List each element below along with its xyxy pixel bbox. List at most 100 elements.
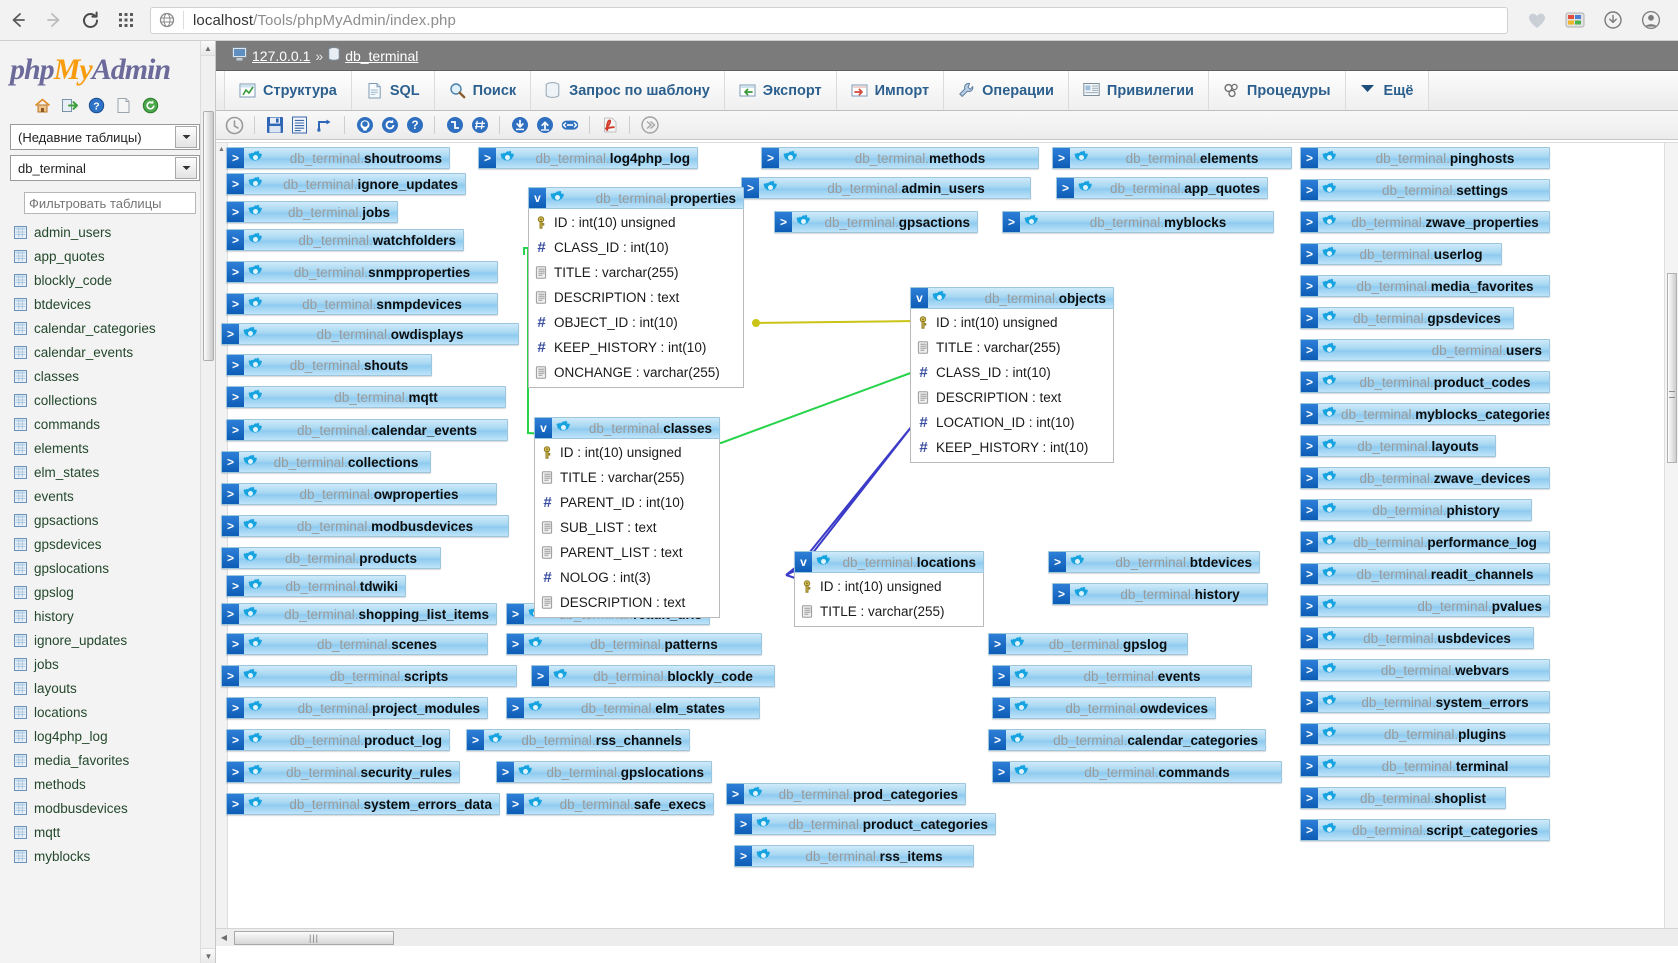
table-node-header[interactable]: >db_terminal.history bbox=[1052, 583, 1268, 605]
table-node[interactable]: >db_terminal.userlog bbox=[1300, 243, 1502, 265]
table-node-header[interactable]: >db_terminal.methods bbox=[761, 147, 1039, 169]
gear-icon[interactable] bbox=[248, 732, 264, 748]
sidebar-table-item[interactable]: log4php_log bbox=[14, 724, 215, 748]
table-node[interactable]: >db_terminal.calendar_events bbox=[226, 419, 508, 441]
table-node[interactable]: >db_terminal.ignore_updates bbox=[226, 173, 466, 195]
expand-toggle-icon[interactable]: > bbox=[762, 148, 779, 168]
table-node-header[interactable]: >db_terminal.webvars bbox=[1300, 659, 1550, 681]
table-node-header[interactable]: >db_terminal.modbusdevices bbox=[221, 515, 509, 537]
table-node-header[interactable]: >db_terminal.product_log bbox=[226, 729, 450, 751]
table-node-header[interactable]: >db_terminal.myblocks bbox=[1002, 211, 1274, 233]
table-node[interactable]: >db_terminal.product_codes bbox=[1300, 371, 1550, 393]
sidebar-table-item[interactable]: calendar_events bbox=[14, 340, 215, 364]
table-node-expanded[interactable]: vdb_terminal.locationsID : int(10) unsig… bbox=[794, 551, 984, 627]
table-node[interactable]: >db_terminal.pinghosts bbox=[1300, 147, 1550, 169]
sidebar-table-item[interactable]: app_quotes bbox=[14, 244, 215, 268]
expand-toggle-icon[interactable]: > bbox=[227, 794, 244, 814]
gear-icon[interactable] bbox=[243, 326, 259, 342]
table-node-header[interactable]: >db_terminal.plugins bbox=[1300, 723, 1550, 745]
expand-toggle-icon[interactable]: > bbox=[1301, 340, 1318, 360]
gear-icon[interactable] bbox=[1074, 150, 1090, 166]
table-node-header[interactable]: >db_terminal.product_categories bbox=[734, 813, 996, 835]
table-node-header[interactable]: >db_terminal.system_errors_data bbox=[226, 793, 500, 815]
table-node-header[interactable]: >db_terminal.media_favorites bbox=[1300, 275, 1550, 297]
table-node-header[interactable]: >db_terminal.rss_items bbox=[734, 845, 974, 867]
tab-структура[interactable]: Структура bbox=[224, 71, 352, 110]
gear-icon[interactable] bbox=[528, 796, 544, 812]
add-table-icon[interactable] bbox=[354, 115, 375, 136]
tab-импорт[interactable]: Импорт bbox=[836, 71, 945, 110]
expand-toggle-icon[interactable]: > bbox=[1301, 180, 1318, 200]
gear-icon[interactable] bbox=[1322, 214, 1338, 230]
filter-tables-input[interactable] bbox=[24, 192, 196, 214]
gear-icon[interactable] bbox=[248, 264, 264, 280]
table-node-header[interactable]: >db_terminal.calendar_events bbox=[226, 419, 508, 441]
table-node[interactable]: >db_terminal.script_categories bbox=[1300, 819, 1550, 841]
address-bar[interactable]: localhost/Tools/phpMyAdmin/index.php bbox=[150, 7, 1508, 34]
expand-toggle-icon[interactable]: > bbox=[735, 846, 752, 866]
import-layout-icon[interactable] bbox=[509, 115, 530, 136]
table-node-header[interactable]: >db_terminal.readit_channels bbox=[1300, 563, 1550, 585]
table-node-header[interactable]: vdb_terminal.objects bbox=[910, 287, 1114, 309]
expand-toggle-icon[interactable]: > bbox=[497, 762, 514, 782]
gear-icon[interactable] bbox=[243, 606, 259, 622]
table-node-expanded[interactable]: vdb_terminal.propertiesID : int(10) unsi… bbox=[528, 187, 744, 388]
table-node-header[interactable]: >db_terminal.performance_log bbox=[1300, 531, 1550, 553]
table-node-header[interactable]: vdb_terminal.properties bbox=[528, 187, 744, 209]
table-node[interactable]: >db_terminal.elements bbox=[1052, 147, 1292, 169]
table-field-row[interactable]: #LOCATION_ID : int(10) bbox=[911, 410, 1113, 435]
export-layout-icon[interactable] bbox=[534, 115, 555, 136]
extension-icon[interactable] bbox=[1556, 2, 1594, 38]
table-node-header[interactable]: >db_terminal.shoplist bbox=[1300, 787, 1506, 809]
table-node[interactable]: >db_terminal.shoplist bbox=[1300, 787, 1506, 809]
table-node-header[interactable]: >db_terminal.zwave_devices bbox=[1300, 467, 1550, 489]
table-node-header[interactable]: >db_terminal.mqtt bbox=[226, 386, 506, 408]
table-field-row[interactable]: DESCRIPTION : text bbox=[911, 385, 1113, 410]
table-node-header[interactable]: >db_terminal.prod_categories bbox=[726, 783, 966, 805]
table-field-row[interactable]: #PARENT_ID : int(10) bbox=[535, 490, 719, 515]
table-node-header[interactable]: >db_terminal.product_codes bbox=[1300, 371, 1550, 393]
table-node[interactable]: >db_terminal.scripts bbox=[221, 665, 517, 687]
expand-toggle-icon[interactable]: > bbox=[227, 730, 244, 750]
gear-icon[interactable] bbox=[518, 764, 534, 780]
table-node-header[interactable]: >db_terminal.myblocks_categories bbox=[1300, 403, 1550, 425]
table-node[interactable]: >db_terminal.mqtt bbox=[226, 386, 506, 408]
gear-icon[interactable] bbox=[248, 296, 264, 312]
expand-toggle-icon[interactable]: > bbox=[227, 294, 244, 314]
apps-grid-icon[interactable] bbox=[108, 2, 144, 38]
table-node-header[interactable]: >db_terminal.snmpproperties bbox=[226, 261, 498, 283]
gear-icon[interactable] bbox=[1014, 668, 1030, 684]
table-node[interactable]: >db_terminal.layouts bbox=[1300, 435, 1496, 457]
sidebar-table-item[interactable]: mqtt bbox=[14, 820, 215, 844]
table-node[interactable]: >db_terminal.product_log bbox=[226, 729, 450, 751]
gear-icon[interactable] bbox=[1322, 278, 1338, 294]
gear-icon[interactable] bbox=[553, 668, 569, 684]
table-node[interactable]: >db_terminal.admin_users bbox=[741, 177, 1031, 199]
gear-icon[interactable] bbox=[528, 700, 544, 716]
expand-toggle-icon[interactable]: > bbox=[227, 262, 244, 282]
help-icon[interactable]: ? bbox=[404, 115, 425, 136]
table-node[interactable]: >db_terminal.shoutrooms bbox=[226, 147, 450, 169]
gear-icon[interactable] bbox=[550, 190, 566, 206]
expand-toggle-icon[interactable]: > bbox=[993, 666, 1010, 686]
table-node[interactable]: >db_terminal.modbusdevices bbox=[221, 515, 509, 537]
table-node[interactable]: >db_terminal.myblocks_categories bbox=[1300, 403, 1550, 425]
table-node[interactable]: >db_terminal.performance_log bbox=[1300, 531, 1550, 553]
table-field-row[interactable]: TITLE : varchar(255) bbox=[911, 335, 1113, 360]
designer-canvas[interactable]: ▲ >db_terminal.shoutrooms>db_terminal.ig… bbox=[216, 142, 1678, 946]
sidebar-table-item[interactable]: gpslog bbox=[14, 580, 215, 604]
table-node-header[interactable]: >db_terminal.watchfolders bbox=[226, 229, 464, 251]
expand-toggle-icon[interactable]: > bbox=[467, 730, 484, 750]
expand-toggle-icon[interactable]: > bbox=[222, 516, 239, 536]
gear-icon[interactable] bbox=[1322, 182, 1338, 198]
table-field-row[interactable]: ID : int(10) unsigned bbox=[911, 310, 1113, 335]
gear-icon[interactable] bbox=[1322, 438, 1338, 454]
table-node[interactable]: >db_terminal.security_rules bbox=[226, 761, 460, 783]
expand-toggle-icon[interactable]: > bbox=[1301, 564, 1318, 584]
sidebar-table-item[interactable]: ignore_updates bbox=[14, 628, 215, 652]
table-node-header[interactable]: >db_terminal.elements bbox=[1052, 147, 1292, 169]
expand-toggle-icon[interactable]: > bbox=[1301, 500, 1318, 520]
table-field-row[interactable]: TITLE : varchar(255) bbox=[535, 465, 719, 490]
gear-icon[interactable] bbox=[248, 389, 264, 405]
table-field-row[interactable]: #CLASS_ID : int(10) bbox=[529, 235, 743, 260]
